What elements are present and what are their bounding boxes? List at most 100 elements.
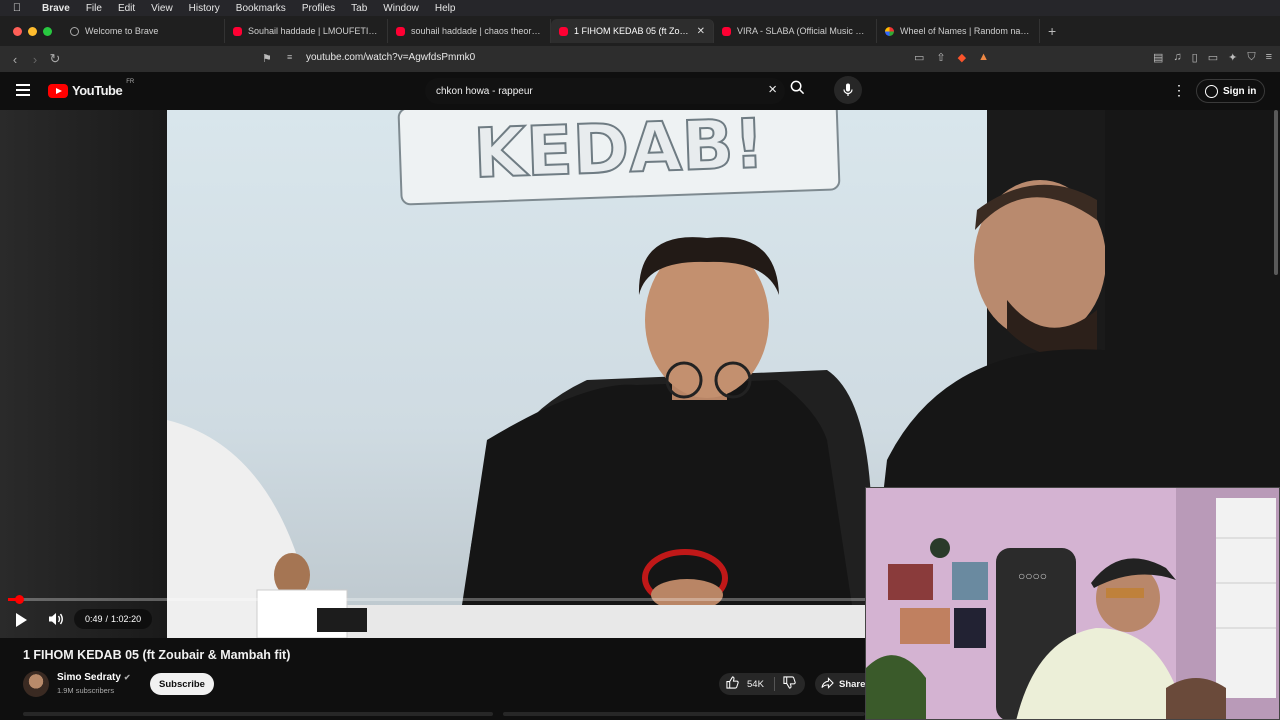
video-info: 1 FIHOM KEDAB 05 (ft Zoubair & Mambah fi… [0, 638, 875, 720]
browser-tab[interactable]: souhail haddade | chaos theory - u [388, 19, 551, 43]
brave-shields-icon[interactable]: ◆ [958, 51, 966, 64]
like-button[interactable]: 54K [719, 676, 775, 692]
menu-bookmarks[interactable]: Bookmarks [228, 3, 294, 14]
browser-tab-active[interactable]: 1 FIHOM KEDAB 05 (ft Zoubair ✕ [551, 19, 714, 43]
zoom-window-button[interactable] [43, 26, 52, 36]
youtube-icon [233, 26, 242, 36]
media-icon[interactable]: ♫ [1173, 51, 1181, 64]
browser-tab[interactable]: Wheel of Names | Random name p [877, 19, 1040, 43]
description-placeholder [503, 712, 865, 716]
toolbar-right: ▤ ♫ ▯ ▭ ✦ ⛉ ≡ [1153, 51, 1272, 64]
tab-title: 1 FIHOM KEDAB 05 (ft Zoubair [574, 26, 691, 36]
verified-check-icon: ✔ [123, 673, 131, 682]
sign-in-label: Sign in [1223, 85, 1257, 97]
guide-menu-icon[interactable] [16, 84, 30, 96]
tab-title: Wheel of Names | Random name p [900, 26, 1031, 36]
browser-tab[interactable]: Souhail haddade | LMOUFETICH - [225, 19, 388, 43]
clear-search-icon[interactable]: × [768, 81, 777, 98]
tab-title: souhail haddade | chaos theory - u [411, 26, 542, 36]
close-tab-icon[interactable]: ✕ [697, 26, 705, 37]
wheel-icon [885, 26, 894, 36]
search-input[interactable]: chkon howa - rappeur [436, 86, 533, 97]
share-arrow-icon [821, 676, 834, 692]
leo-icon[interactable]: ✦ [1228, 51, 1237, 64]
menu-window[interactable]: Window [375, 3, 427, 14]
youtube-logo[interactable]: YouTube FR [48, 79, 134, 98]
window-controls [0, 26, 62, 36]
share-page-icon[interactable]: ⇧ [936, 51, 945, 64]
time-separator: / [105, 614, 109, 624]
channel-name-text: Simo Sedraty [57, 672, 121, 683]
forward-arrow-icon[interactable]: › [25, 52, 45, 67]
search-box[interactable]: chkon howa - rappeur × [425, 78, 785, 104]
sidebar-icon[interactable]: ▯ [1192, 51, 1198, 64]
subscribe-button[interactable]: Subscribe [150, 673, 214, 695]
video-backdrop-left [0, 110, 167, 638]
like-dislike-bar: 54K [719, 673, 805, 695]
country-code: FR [126, 79, 135, 85]
new-tab-plus-icon[interactable]: + [1040, 23, 1056, 39]
total-time: 1:02:20 [111, 614, 142, 624]
current-time: 0:49 [85, 614, 103, 624]
thumbs-up-icon [726, 676, 739, 692]
apple-icon[interactable]:  [0, 2, 34, 14]
description-placeholder [23, 712, 493, 716]
menu-help[interactable]: Help [427, 3, 464, 14]
sign-in-button[interactable]: Sign in [1196, 79, 1266, 103]
menu-profiles[interactable]: Profiles [294, 3, 343, 14]
subscriber-count: 1.9M subscribers [57, 686, 115, 695]
close-window-button[interactable] [13, 26, 22, 36]
globe-icon [70, 26, 79, 36]
menu-tab[interactable]: Tab [343, 3, 375, 14]
share-label: Share [839, 678, 866, 690]
play-icon[interactable] [14, 612, 28, 633]
settings-kebab-icon[interactable]: ⋮ [1172, 82, 1186, 99]
menu-edit[interactable]: Edit [110, 3, 143, 14]
tab-title: Souhail haddade | LMOUFETICH - [248, 26, 379, 36]
tab-title: VIRA - SLABA (Official Music Vide [737, 26, 868, 36]
channel-avatar[interactable] [23, 671, 49, 697]
tab-title: Welcome to Brave [85, 26, 159, 36]
minimize-window-button[interactable] [28, 26, 37, 36]
page-scrollbar[interactable] [1274, 110, 1278, 275]
youtube-icon [722, 26, 731, 36]
brave-rewards-icon[interactable]: ▲ [978, 51, 989, 64]
site-settings-icon[interactable]: ≡ [287, 52, 292, 62]
cast-icon[interactable]: ▭ [914, 51, 924, 64]
webcam-scene: ○○○○ [866, 488, 1279, 719]
browser-tab[interactable]: Welcome to Brave [62, 19, 225, 43]
wallet-icon[interactable]: ▭ [1208, 51, 1218, 64]
youtube-icon [559, 26, 568, 36]
thumbs-down-icon[interactable] [775, 676, 796, 692]
channel-name[interactable]: Simo Sedraty ✔ [57, 672, 131, 683]
time-display: 0:49 / 1:02:20 [74, 609, 153, 629]
bookmark-icon[interactable]: ⚑ [262, 52, 272, 65]
tab-strip: Welcome to Brave Souhail haddade | LMOUF… [0, 16, 1280, 46]
search-icon[interactable] [790, 80, 805, 98]
browser-tab[interactable]: VIRA - SLABA (Official Music Vide [714, 19, 877, 43]
voice-search-mic-icon[interactable] [834, 76, 862, 104]
address-toolbar: ‹ › ↻ ⚑ ≡ youtube.com/watch?v=AgwfdsPmmk… [0, 46, 1280, 72]
account-icon [1205, 84, 1218, 98]
volume-icon[interactable] [48, 612, 64, 629]
url-field[interactable]: youtube.com/watch?v=AgwfdsPmmk0 [306, 52, 475, 63]
reader-mode-icon[interactable]: ▤ [1153, 51, 1163, 64]
menu-file[interactable]: File [78, 3, 110, 14]
youtube-icon [396, 26, 405, 36]
reload-icon[interactable]: ↻ [45, 51, 65, 67]
progress-bar[interactable] [8, 595, 865, 604]
webcam-overlay: ○○○○ [865, 487, 1280, 720]
menu-history[interactable]: History [181, 3, 228, 14]
vpn-icon[interactable]: ⛉ [1247, 51, 1255, 64]
menu-view[interactable]: View [143, 3, 181, 14]
address-actions: ▭ ⇧ ◆ ▲ [914, 51, 989, 64]
mac-menubar:  Brave File Edit View History Bookmarks… [0, 0, 1280, 16]
like-count: 54K [747, 678, 764, 690]
menu-app-name[interactable]: Brave [34, 3, 78, 14]
browser-menu-icon[interactable]: ≡ [1266, 51, 1272, 64]
youtube-header: YouTube FR chkon howa - rappeur × ⋮ Sign… [0, 72, 1280, 110]
video-title: 1 FIHOM KEDAB 05 (ft Zoubair & Mambah fi… [23, 648, 291, 662]
svg-text:○○○○: ○○○○ [1018, 569, 1047, 583]
youtube-play-logo-icon [48, 83, 68, 98]
back-arrow-icon[interactable]: ‹ [5, 52, 25, 67]
